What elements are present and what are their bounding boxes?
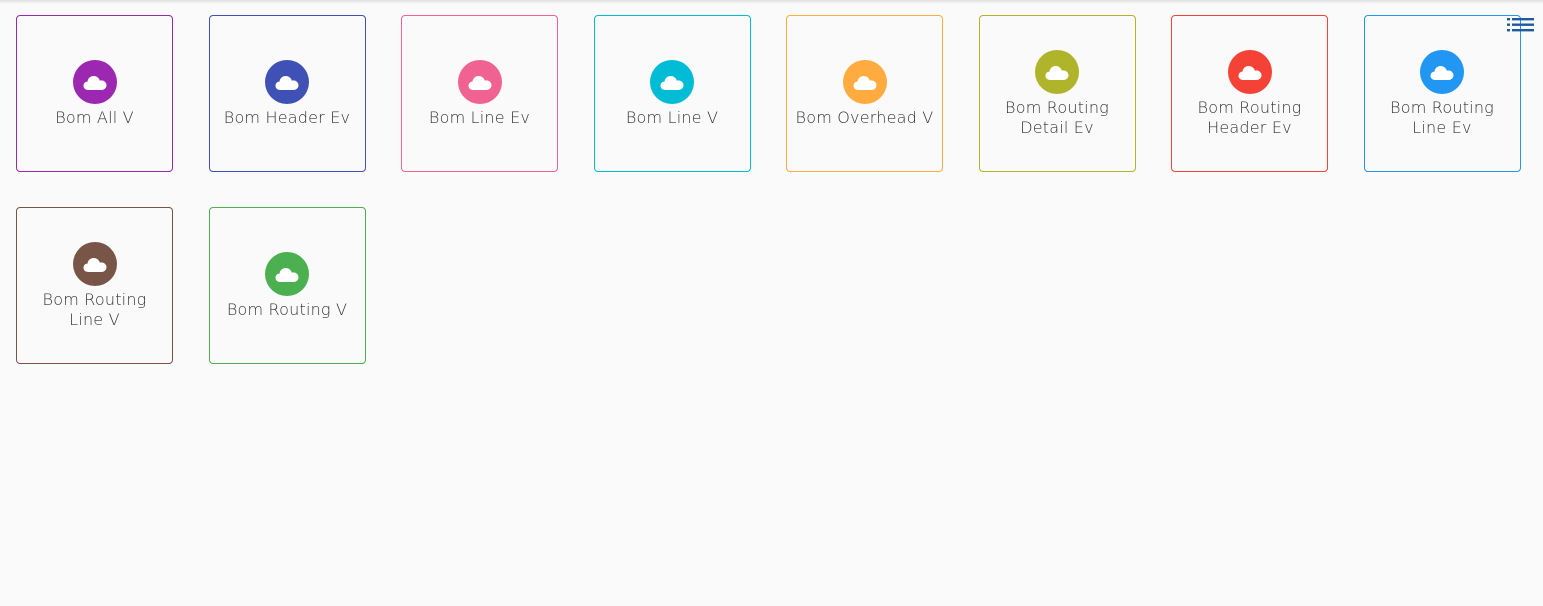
tile-icon-circle [842, 59, 887, 104]
tile-icon-circle [457, 59, 502, 104]
tile-label: Bom Line Ev [428, 107, 531, 127]
cloud-icon [83, 257, 106, 272]
tile-bom-routing-line-ev[interactable]: Bom Routing Line Ev [1363, 15, 1521, 172]
list-icon [1507, 18, 1534, 32]
tile-icon-circle [265, 59, 309, 104]
tile-icon-circle [1035, 49, 1079, 94]
tile-bom-routing-detail-ev[interactable]: Bom Routing Detail Ev [978, 15, 1136, 172]
tile-bom-line-v[interactable]: Bom Line V [593, 15, 751, 172]
cloud-icon [660, 75, 684, 90]
tile-label: Bom All V [55, 107, 134, 127]
tile-bom-routing-v[interactable]: Bom Routing V [208, 207, 366, 364]
cloud-icon [83, 75, 106, 90]
top-bar-shadow [0, 0, 1543, 4]
tile-label: Bom Routing Detail Ev [1005, 97, 1109, 137]
tile-icon-circle [265, 251, 309, 296]
cloud-icon [1045, 65, 1069, 80]
tile-label: Bom Overhead V [795, 107, 934, 127]
cloud-icon [1238, 65, 1261, 80]
cloud-icon [468, 75, 491, 90]
tile-bom-header-ev[interactable]: Bom Header Ev [208, 15, 366, 172]
tile-bom-all-v[interactable]: Bom All V [16, 15, 173, 172]
cloud-icon [275, 267, 299, 282]
tile-label: Bom Routing Line Ev [1390, 97, 1494, 137]
tile-grid: Bom All V Bom Header Ev Bom Line Ev Bom Lin… [16, 15, 1526, 364]
tile-bom-overhead-v[interactable]: Bom Overhead V [786, 15, 943, 172]
tile-bom-line-ev[interactable]: Bom Line Ev [401, 15, 558, 172]
tile-label: Bom Routing V [226, 299, 348, 319]
tile-label: Bom Routing Header Ev [1197, 97, 1302, 137]
tile-label: Bom Line V [625, 107, 719, 127]
tile-icon-circle [1227, 49, 1272, 94]
tile-icon-circle [72, 59, 117, 104]
cloud-icon [275, 75, 299, 90]
tile-label: Bom Routing Line V [42, 289, 147, 329]
cloud-icon [1430, 65, 1454, 80]
menu-button[interactable] [1507, 15, 1535, 35]
tile-icon-circle [1420, 49, 1464, 94]
tile-label: Bom Header Ev [223, 107, 351, 127]
tile-icon-circle [72, 241, 117, 286]
tile-bom-routing-line-v[interactable]: Bom Routing Line V [16, 207, 173, 364]
tile-icon-circle [650, 59, 694, 104]
cloud-icon [853, 75, 876, 90]
tile-bom-routing-header-ev[interactable]: Bom Routing Header Ev [1171, 15, 1328, 172]
